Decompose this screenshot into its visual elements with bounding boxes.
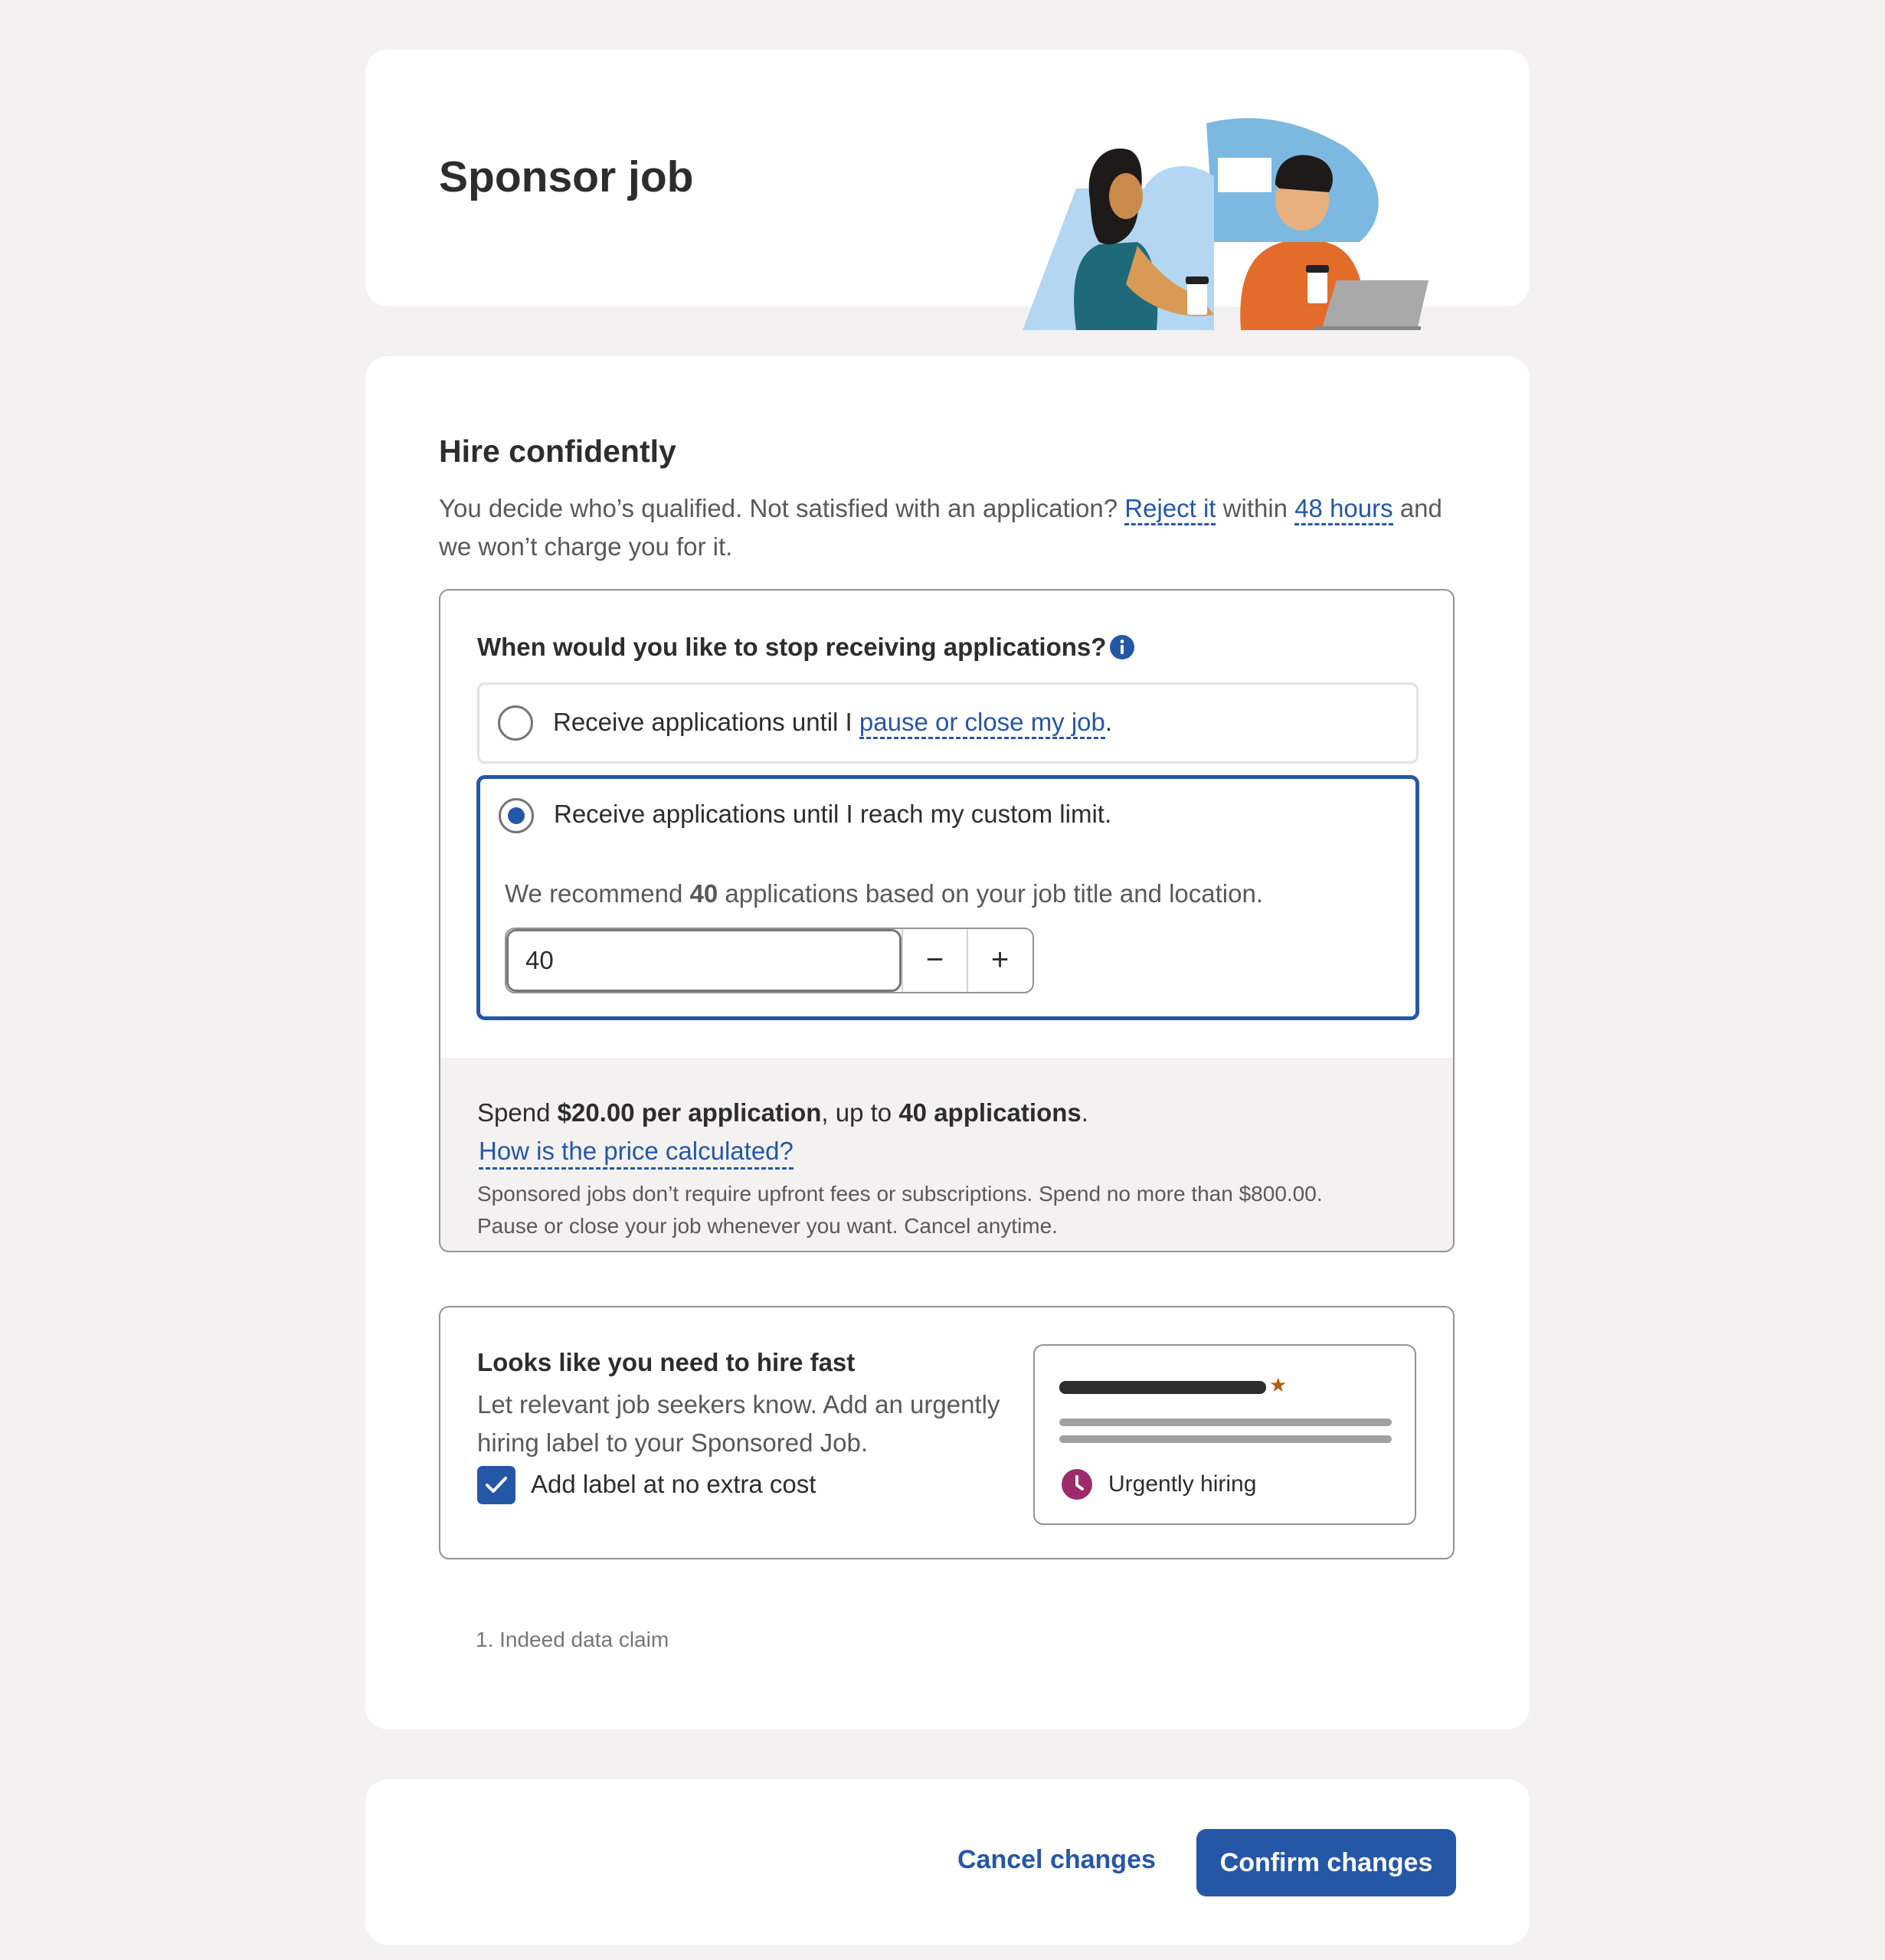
preview-title-placeholder (1059, 1381, 1266, 1394)
decrement-button[interactable]: − (902, 929, 967, 992)
footnote: 1. Indeed data claim (476, 1628, 669, 1651)
application-limit-box: When would you like to stop receiving ap… (439, 589, 1455, 1252)
per-application-price: $20.00 per application (557, 1098, 822, 1127)
radio-custom-limit[interactable] (499, 798, 534, 833)
option-until-pause-label: Receive applications until I pause or cl… (553, 707, 1113, 739)
preview-line-placeholder (1059, 1418, 1392, 1426)
option-close-prefix: Receive applications until I (553, 708, 853, 736)
section-title: Hire confidently (439, 434, 676, 469)
pricing-note: Sponsored jobs don’t require upfront fee… (477, 1178, 1419, 1242)
option-until-pause-or-close[interactable]: Receive applications until I pause or cl… (477, 682, 1419, 764)
add-label-checkbox-label[interactable]: Add label at no extra cost (531, 1469, 816, 1500)
48-hours-link[interactable]: 48 hours (1294, 494, 1393, 525)
reject-it-link[interactable]: Reject it (1124, 494, 1216, 525)
urgently-hiring-label: Urgently hiring (1108, 1471, 1257, 1497)
pause-or-close-link[interactable]: pause or close my job (859, 708, 1105, 739)
price-panel: Spend $20.00 per application, up to 40 a… (440, 1058, 1453, 1251)
checkmark-icon (486, 1477, 507, 1493)
main-card: Hire confidently You decide who’s qualif… (365, 356, 1530, 1729)
increment-button[interactable]: + (967, 929, 1032, 992)
star-icon: ★ (1269, 1373, 1288, 1396)
section-description: You decide who’s qualified. Not satisfie… (439, 489, 1465, 566)
recommend-prefix: We recommend (505, 879, 683, 908)
quantity-stepper: 40 − + (505, 928, 1034, 993)
spend-up-to: , up to (821, 1098, 892, 1127)
stop-receiving-question: When would you like to stop receiving ap… (477, 632, 1135, 663)
desc-text-1: You decide who’s qualified. Not satisfie… (439, 494, 1118, 522)
urgent-label-preview: ★ Urgently hiring (1033, 1344, 1416, 1525)
option-custom-label: Receive applications until I reach my cu… (554, 800, 1112, 828)
option-custom-limit[interactable]: Receive applications until I reach my cu… (477, 776, 1419, 1019)
urgent-title: Looks like you need to hire fast (477, 1348, 856, 1376)
clock-icon (1062, 1469, 1092, 1500)
max-applications: 40 applications (898, 1098, 1082, 1127)
desc-text-2: within (1222, 494, 1288, 522)
recommend-value: 40 (689, 879, 718, 908)
urgent-hiring-box: Looks like you need to hire fast Let rel… (439, 1306, 1455, 1559)
question-text: When would you like to stop receiving ap… (477, 633, 1107, 661)
urgent-description: Let relevant job seekers know. Add an ur… (477, 1390, 1000, 1457)
price-calculation-link[interactable]: How is the price calculated? (479, 1136, 794, 1170)
hiring-illustration (1023, 118, 1428, 330)
recommend-suffix: applications based on your job title and… (725, 879, 1264, 908)
recommendation-text: We recommend 40 applications based on yo… (505, 879, 1263, 909)
page-title: Sponsor job (439, 152, 694, 201)
spend-period: . (1081, 1098, 1088, 1127)
pricing-note-line-2: Pause or close your job whenever you wan… (477, 1214, 1058, 1238)
info-icon[interactable] (1109, 634, 1135, 660)
cancel-changes-button[interactable]: Cancel changes (942, 1826, 1171, 1893)
preview-line-placeholder (1059, 1435, 1392, 1443)
add-label-checkbox[interactable] (477, 1466, 515, 1504)
spend-prefix: Spend (477, 1098, 551, 1127)
header-card: Sponsor job (365, 50, 1530, 330)
pricing-note-line-1: Sponsored jobs don’t require upfront fee… (477, 1182, 1323, 1206)
radio-until-pause[interactable] (498, 705, 533, 741)
confirm-changes-button[interactable]: Confirm changes (1196, 1829, 1456, 1896)
option-close-suffix: . (1104, 708, 1113, 736)
application-limit-input[interactable]: 40 (506, 929, 902, 992)
footer-card: Cancel changes Confirm changes (365, 1779, 1530, 1945)
spend-summary: Spend $20.00 per application, up to 40 a… (477, 1098, 1088, 1128)
